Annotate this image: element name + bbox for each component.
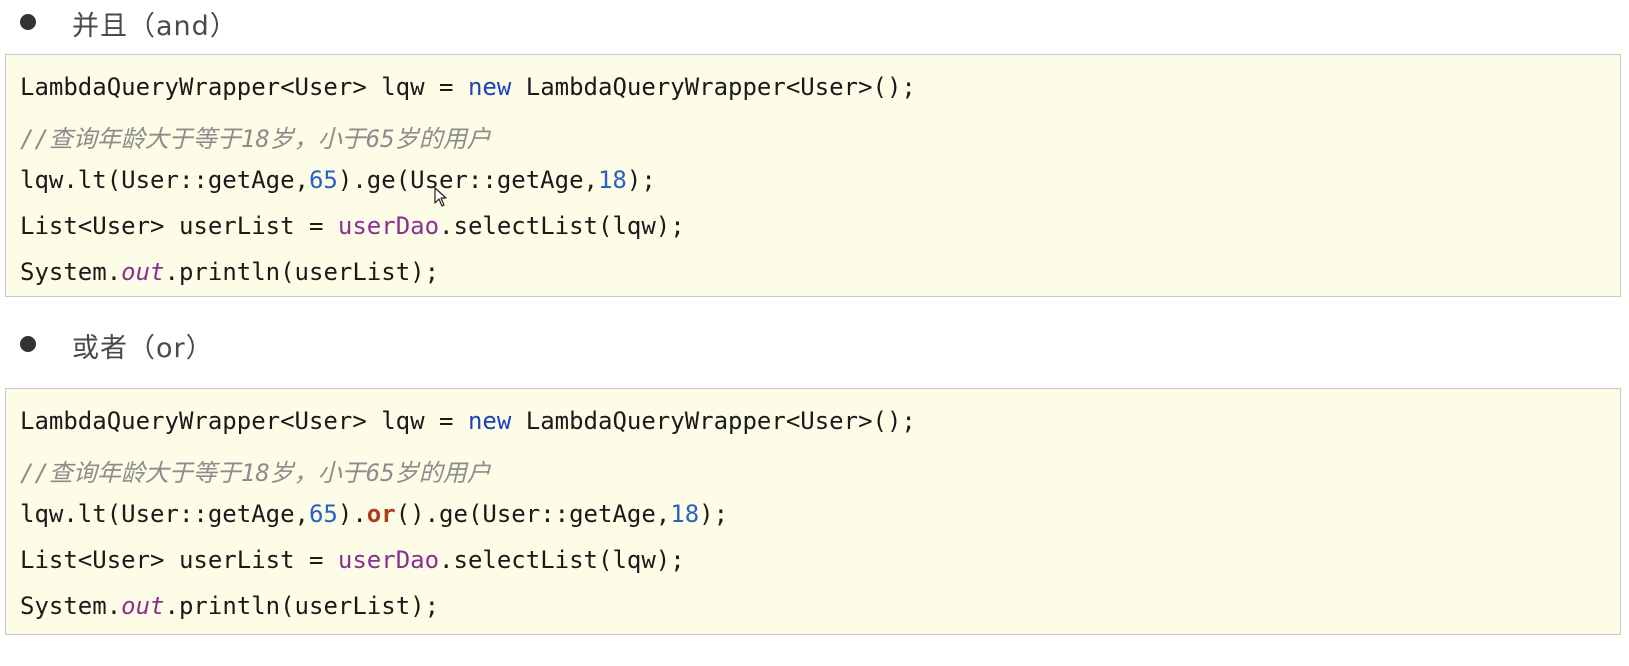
code-block-and: LambdaQueryWrapper<User> lqw = new Lambd… bbox=[5, 54, 1621, 297]
code-comment: //查询年龄大于等于18岁，小于65岁的用户 bbox=[20, 125, 491, 153]
code-line-4: List<User> userList = userDao.selectList… bbox=[20, 212, 685, 240]
section-or-heading: 或者（or） bbox=[72, 333, 214, 364]
field-userDao: userDao bbox=[337, 546, 440, 574]
field-out: out bbox=[121, 258, 165, 286]
bullet-dot-icon bbox=[20, 336, 36, 352]
code-block-or: LambdaQueryWrapper<User> lqw = new Lambd… bbox=[5, 388, 1621, 635]
code-line-5: System.out.println(userList); bbox=[20, 592, 440, 620]
number-18: 18 bbox=[597, 166, 627, 194]
code-line-3: lqw.lt(User::getAge,65).ge(User::getAge,… bbox=[20, 166, 656, 194]
bullet-dot-icon bbox=[20, 14, 36, 30]
code-line-5: System.out.println(userList); bbox=[20, 258, 440, 286]
code-comment: //查询年龄大于等于18岁，小于65岁的用户 bbox=[20, 459, 491, 487]
code-line-1: LambdaQueryWrapper<User> lqw = new Lambd… bbox=[20, 407, 916, 435]
method-or: or bbox=[366, 500, 396, 528]
field-userDao: userDao bbox=[337, 212, 440, 240]
code-line-4: List<User> userList = userDao.selectList… bbox=[20, 546, 685, 574]
section-and-heading: 并且（and） bbox=[72, 11, 238, 42]
number-65: 65 bbox=[308, 166, 338, 194]
keyword-new: new bbox=[467, 73, 512, 101]
code-line-1: LambdaQueryWrapper<User> lqw = new Lambd… bbox=[20, 73, 916, 101]
field-out: out bbox=[121, 592, 165, 620]
number-18: 18 bbox=[670, 500, 700, 528]
keyword-new: new bbox=[467, 407, 512, 435]
mouse-pointer-icon bbox=[434, 187, 447, 207]
number-65: 65 bbox=[308, 500, 338, 528]
code-line-3: lqw.lt(User::getAge,65).or().ge(User::ge… bbox=[20, 500, 729, 528]
